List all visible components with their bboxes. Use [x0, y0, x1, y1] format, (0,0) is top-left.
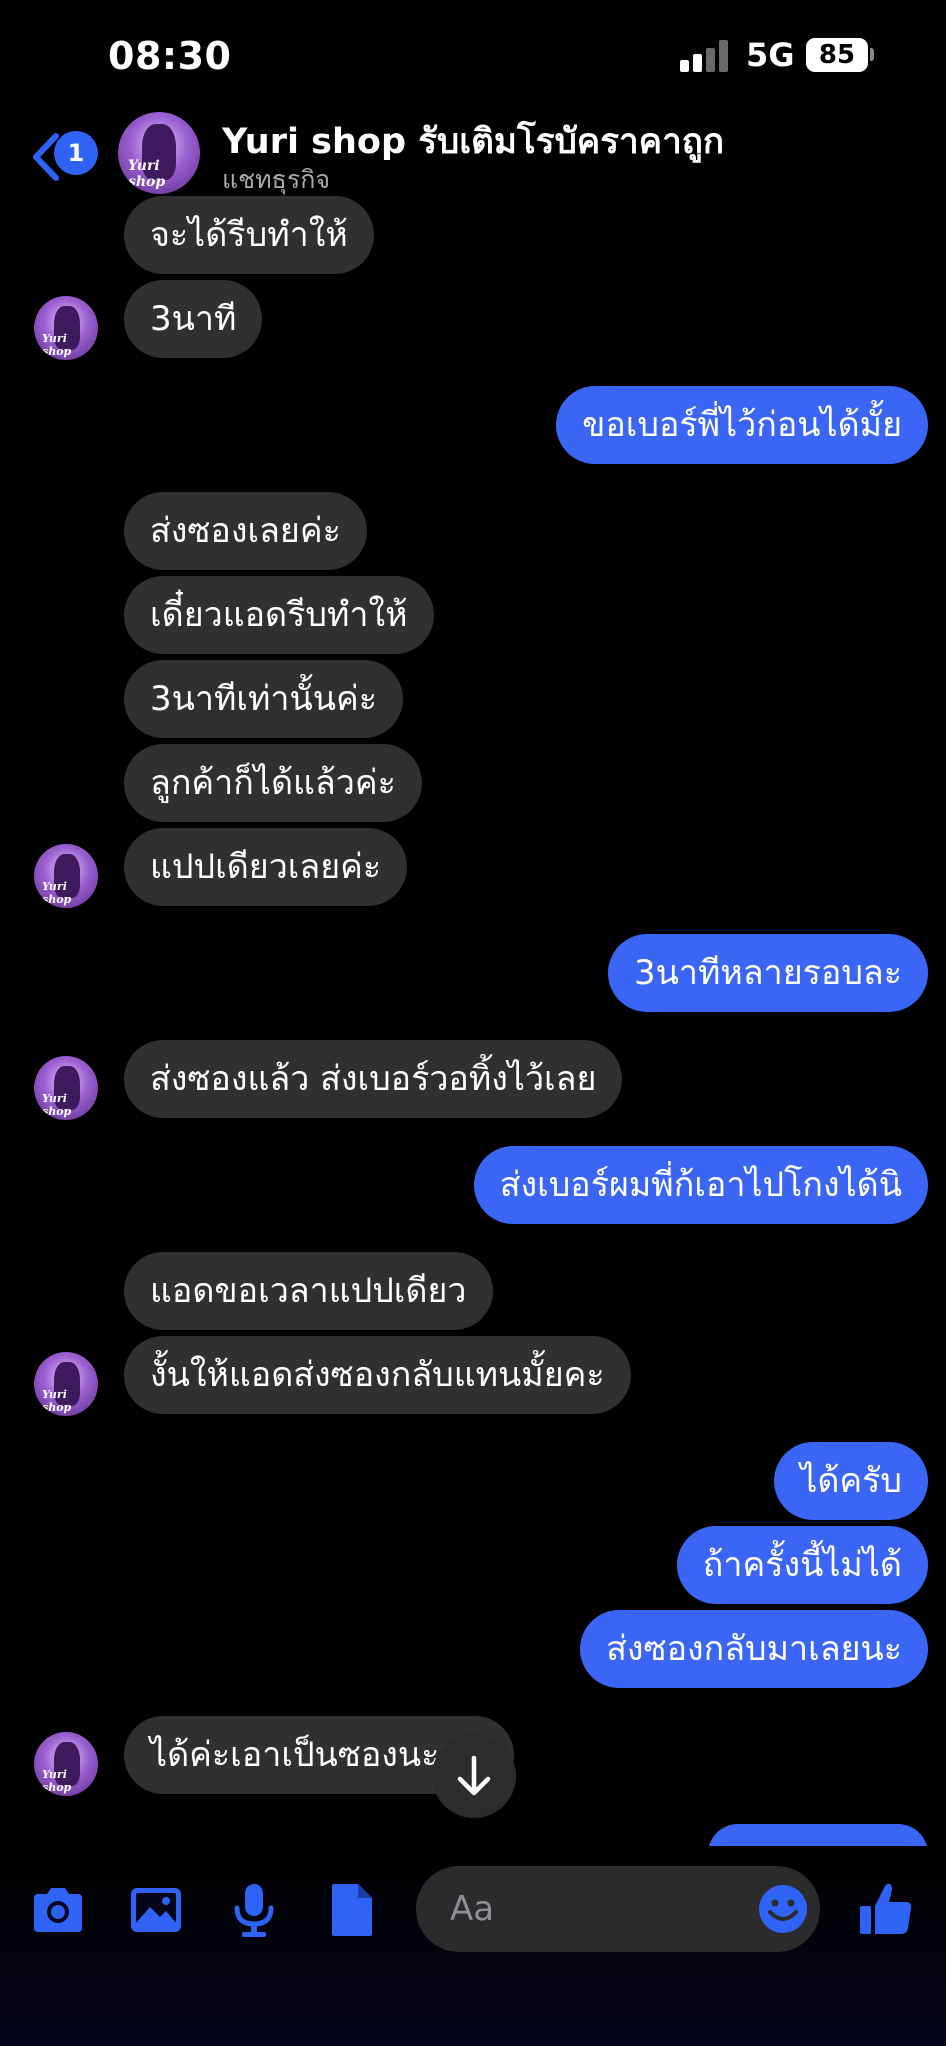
- file-icon[interactable]: [322, 1880, 382, 1940]
- camera-icon[interactable]: [28, 1880, 88, 1940]
- battery-icon: 85: [806, 38, 868, 72]
- outgoing-message[interactable]: ส่งเบอร์ผมพี่ก้เอาไปโกงได้นิ: [473, 1146, 928, 1224]
- microphone-icon[interactable]: [224, 1880, 284, 1940]
- incoming-message[interactable]: แอดขอเวลาแปปเดียว: [124, 1252, 493, 1330]
- incoming-message[interactable]: แปปเดียวเลยค่ะ: [124, 828, 408, 906]
- emoji-icon[interactable]: [758, 1884, 808, 1934]
- incoming-message[interactable]: จะได้รีบทำให้: [124, 196, 374, 274]
- outgoing-message[interactable]: ถ้าครั้งนี้ไม่ได้: [676, 1526, 928, 1604]
- shop-avatar[interactable]: Yuri shop: [118, 112, 200, 194]
- incoming-message[interactable]: ส่งซองเลยค่ะ: [124, 492, 367, 570]
- sender-avatar[interactable]: Yuri shop: [34, 1352, 98, 1416]
- status-bar: 08:30 5G 85: [0, 0, 946, 110]
- sender-avatar[interactable]: Yuri shop: [34, 1732, 98, 1796]
- message-input-placeholder: Aa: [450, 1889, 495, 1929]
- status-time: 08:30: [108, 34, 232, 78]
- incoming-message[interactable]: 3นาที: [124, 280, 263, 358]
- unread-badge[interactable]: 1: [54, 131, 98, 175]
- incoming-message[interactable]: งั้นให้แอดส่งซองกลับแทนมั้ยคะ: [124, 1336, 631, 1414]
- outgoing-message[interactable]: 3นาทีหลายรอบละ: [608, 934, 928, 1012]
- image-icon[interactable]: [126, 1880, 186, 1940]
- chat-header: 1 Yuri shop Yuri shop รับเติมโรบัคราคาถู…: [0, 110, 946, 202]
- sender-avatar[interactable]: Yuri shop: [34, 296, 98, 360]
- sender-avatar[interactable]: Yuri shop: [34, 1056, 98, 1120]
- outgoing-message[interactable]: ได้ครับ: [774, 1442, 928, 1520]
- incoming-message[interactable]: 3นาทีเท่านั้นค่ะ: [124, 660, 403, 738]
- scroll-to-bottom-button[interactable]: [432, 1734, 516, 1818]
- battery-tip: [870, 48, 874, 61]
- sender-avatar[interactable]: Yuri shop: [34, 844, 98, 908]
- incoming-message[interactable]: เดี๋ยวแอดรีบทำให้: [124, 576, 434, 654]
- chat-subtitle: แชทธุรกิจ: [222, 165, 331, 194]
- outgoing-message[interactable]: ส่งซองกลับมาเลยนะ: [580, 1610, 928, 1688]
- outgoing-message[interactable]: ขอเบอร์พี่ไว้ก่อนได้มั้ย: [556, 386, 928, 464]
- signal-icon: [680, 40, 732, 72]
- thumbs-up-icon[interactable]: [858, 1880, 914, 1938]
- incoming-message[interactable]: ลูกค้าก็ได้แล้วค่ะ: [124, 744, 422, 822]
- network-label: 5G: [746, 36, 795, 74]
- avatar-logo-text: Yuri shop: [128, 158, 166, 190]
- incoming-message[interactable]: ส่งซองแล้ว ส่งเบอร์วอทิ้งไว้เลย: [124, 1040, 623, 1118]
